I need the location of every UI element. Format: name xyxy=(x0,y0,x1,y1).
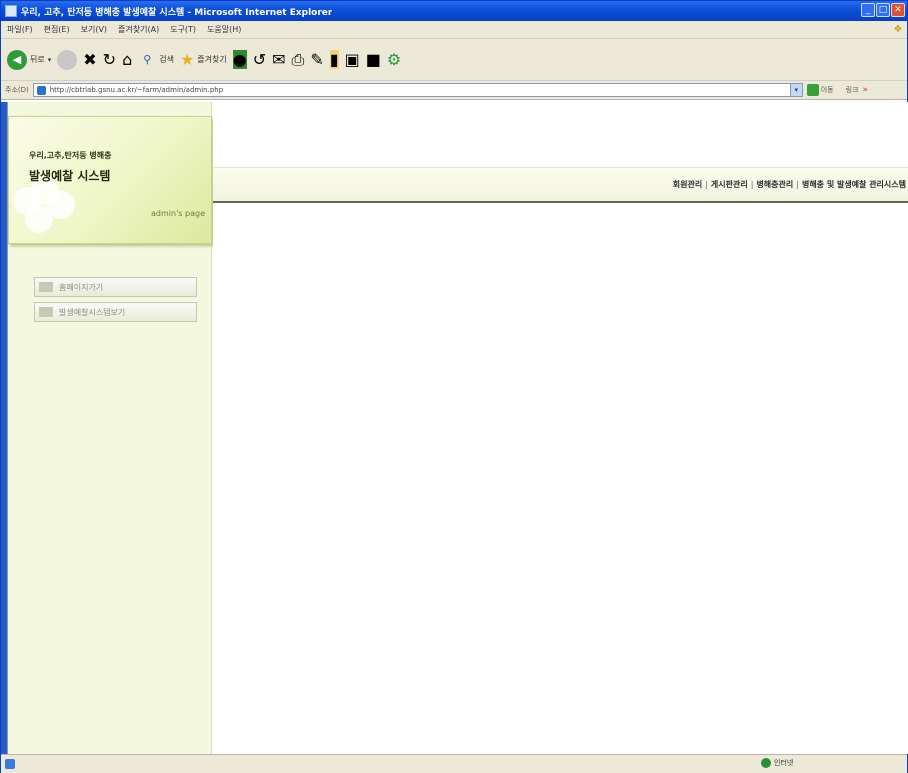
nav-member-management[interactable]: 회원관리 xyxy=(673,179,702,190)
nav-separator: | xyxy=(750,180,754,189)
menu-help[interactable]: 도움말(H) xyxy=(207,24,241,35)
favorites-label: 즐겨찾기 xyxy=(197,55,227,64)
back-button[interactable]: ◀ 뒤로 ▾ xyxy=(7,49,52,70)
search-label: 검색 xyxy=(159,55,174,64)
menu-favorites[interactable]: 즐겨찾기(A) xyxy=(118,24,159,35)
address-dropdown-icon[interactable]: ▾ xyxy=(789,84,802,96)
menu-view[interactable]: 보기(V) xyxy=(81,24,107,35)
page-viewport: 우리,고추,탄저등 병해충 발생예찰 시스템 admin's page 홈페이지… xyxy=(7,102,908,754)
site-logo-panel: 우리,고추,탄저등 병해충 발생예찰 시스템 admin's page xyxy=(8,116,212,244)
flower-decoration xyxy=(13,177,83,243)
back-label: 뒤로 xyxy=(30,55,45,64)
back-arrow-icon: ◀ xyxy=(7,49,27,70)
sidebar: 우리,고추,탄저등 병해충 발생예찰 시스템 admin's page 홈페이지… xyxy=(8,102,212,754)
maximize-button[interactable]: □ xyxy=(876,3,890,17)
sidebar-item-homepage[interactable]: 홈페이지가기 xyxy=(34,277,197,297)
tools-button[interactable]: ⚙ xyxy=(387,50,401,69)
browser-window: 우리, 고추, 탄저등 병해충 발생예찰 시스템 - Microsoft Int… xyxy=(0,0,908,773)
home-button[interactable]: ⌂ xyxy=(122,50,132,69)
menu-tools[interactable]: 도구(T) xyxy=(170,24,196,35)
go-arrow-icon xyxy=(806,84,819,96)
admin-page-label: admin's page xyxy=(151,209,205,218)
menu-file[interactable]: 파일(F) xyxy=(7,24,33,35)
nav-forecast-system-management[interactable]: 병해충 및 발생예찰 관리시스템 xyxy=(802,179,906,190)
page-status-icon xyxy=(5,759,15,769)
title-bar: 우리, 고추, 탄저등 병해충 발생예찰 시스템 - Microsoft Int… xyxy=(1,1,907,21)
sidebar-item-forecast-system[interactable]: 발생예찰시스템보기 xyxy=(34,302,197,322)
forward-button[interactable] xyxy=(57,49,78,70)
close-button[interactable]: ✕ xyxy=(891,3,905,17)
messenger-button[interactable]: ■ xyxy=(366,50,381,69)
folder-button[interactable]: ▮ xyxy=(329,50,339,69)
internet-globe-icon xyxy=(761,758,771,768)
sidebar-item-label: 발생예찰시스템보기 xyxy=(59,307,126,317)
media-button[interactable]: ● xyxy=(232,50,247,69)
menu-edit[interactable]: 편집(E) xyxy=(44,24,70,35)
menu-bullet-icon xyxy=(39,307,53,317)
page-icon xyxy=(36,85,46,95)
sidebar-menu: 홈페이지가기 발생예찰시스템보기 xyxy=(34,277,197,327)
links-chevron-icon[interactable]: » xyxy=(863,85,869,95)
links-button[interactable]: 링크 xyxy=(846,85,859,95)
research-button[interactable]: ▣ xyxy=(345,50,360,69)
admin-top-nav: 회원관리 | 게시판관리 | 병해충관리 | 병해충 및 발생예찰 관리시스템 xyxy=(213,167,908,203)
site-title-line1: 우리,고추,탄저등 병해충 xyxy=(29,151,112,160)
go-label: 이동 xyxy=(820,86,834,94)
search-icon: ⚲ xyxy=(143,52,152,66)
star-icon: ★ xyxy=(179,50,195,69)
mail-button[interactable]: ✉ xyxy=(272,50,285,69)
window-controls: _ □ ✕ xyxy=(861,3,905,17)
window-title: 우리, 고추, 탄저등 병해충 발생예찰 시스템 - Microsoft Int… xyxy=(21,7,333,18)
minimize-button[interactable]: _ xyxy=(861,3,875,17)
main-content: 회원관리 | 게시판관리 | 병해충관리 | 병해충 및 발생예찰 관리시스템 xyxy=(213,102,908,754)
print-button[interactable]: ⎙ xyxy=(292,50,305,70)
security-zone: 인터넷 xyxy=(761,758,793,768)
edit-button[interactable]: ✎ xyxy=(310,50,323,69)
go-button[interactable]: 이동 xyxy=(806,84,834,96)
address-label: 주소(D) xyxy=(5,86,29,94)
menu-bullet-icon xyxy=(39,282,53,292)
zone-label: 인터넷 xyxy=(774,759,794,767)
history-button[interactable]: ↺ xyxy=(253,50,266,69)
status-bar: 인터넷 xyxy=(1,754,907,773)
toolbar: ◀ 뒤로 ▾ ✖ ↻ ⌂ ⚲ 검색 ★ 즐겨찾기 ● ↺ ✉ ⎙ ✎ ▮ ▣ ■… xyxy=(1,39,907,81)
nav-board-management[interactable]: 게시판관리 xyxy=(711,179,748,190)
address-url: http://cbtrlab.gsnu.ac.kr/~farm/admin/ad… xyxy=(49,86,224,94)
back-dropdown-icon[interactable]: ▾ xyxy=(48,56,52,64)
site-title-line2: 발생예찰 시스템 xyxy=(29,169,111,183)
ie-app-icon xyxy=(5,5,17,17)
nav-separator: | xyxy=(705,180,708,189)
address-input[interactable]: http://cbtrlab.gsnu.ac.kr/~farm/admin/ad… xyxy=(32,83,803,97)
nav-pest-management[interactable]: 병해충관리 xyxy=(756,179,793,190)
stop-button[interactable]: ✖ xyxy=(83,50,96,69)
refresh-button[interactable]: ↻ xyxy=(103,50,116,69)
favorites-button[interactable]: ★ 즐겨찾기 xyxy=(180,50,227,69)
menu-bar: 파일(F) 편집(E) 보기(V) 즐겨찾기(A) 도구(T) 도움말(H) ❖ xyxy=(1,21,907,39)
nav-separator: | xyxy=(796,180,799,189)
windows-flag-icon: ❖ xyxy=(893,24,903,35)
sidebar-item-label: 홈페이지가기 xyxy=(59,282,104,292)
address-bar: 주소(D) http://cbtrlab.gsnu.ac.kr/~farm/ad… xyxy=(1,81,907,100)
search-button[interactable]: ⚲ 검색 xyxy=(138,51,174,69)
